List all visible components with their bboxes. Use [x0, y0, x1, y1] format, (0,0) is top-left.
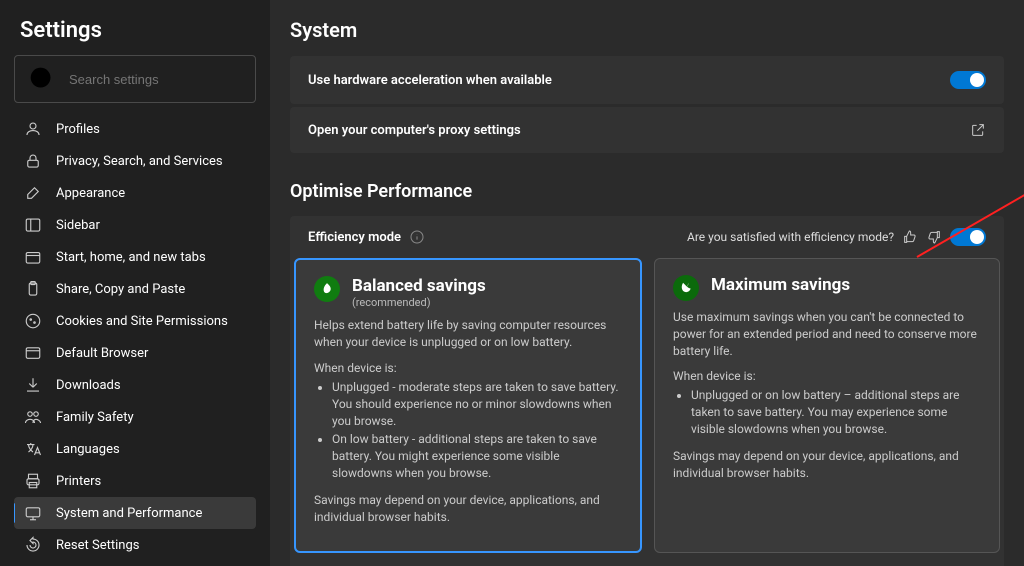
maximum-title: Maximum savings [711, 275, 850, 295]
sidebar-item-label: Privacy, Search, and Services [56, 154, 223, 169]
external-link-icon [970, 122, 986, 138]
efficiency-mode-toggle[interactable] [950, 228, 986, 246]
sidebar-item-printers[interactable]: Printers [14, 465, 256, 497]
sidebar-item-label: Profiles [56, 122, 100, 137]
main-content: System Use hardware acceleration when av… [270, 0, 1024, 566]
hardware-acceleration-row: Use hardware acceleration when available [290, 56, 1004, 104]
sidebar-item-label: Appearance [56, 186, 125, 201]
balanced-desc: Helps extend battery life by saving comp… [314, 317, 622, 351]
people-icon [24, 408, 42, 426]
balanced-bullet2: On low battery - additional steps are ta… [332, 431, 622, 481]
profile-icon [24, 120, 42, 138]
leaf-icon [314, 276, 340, 302]
sidebar-item-privacy[interactable]: Privacy, Search, and Services [14, 145, 256, 177]
maximum-savings-card[interactable]: Maximum savings Use maximum savings when… [654, 258, 1000, 553]
sidebar-item-default-browser[interactable]: Default Browser [14, 337, 256, 369]
efficiency-mode-panel: Efficiency mode Are you satisfied with e… [290, 216, 1004, 566]
sidebar-item-profiles[interactable]: Profiles [14, 113, 256, 145]
balanced-when-label: When device is: [314, 361, 622, 375]
cookie-icon [24, 312, 42, 330]
efficiency-mode-header: Efficiency mode Are you satisfied with e… [290, 216, 1004, 258]
thumbs-up-icon[interactable] [902, 229, 918, 245]
settings-title: Settings [14, 18, 256, 43]
optimise-heading: Optimise Performance [290, 181, 1004, 202]
sidebar-item-sidebar[interactable]: Sidebar [14, 209, 256, 241]
sidebar-item-languages[interactable]: Languages [14, 433, 256, 465]
sidebar-item-label: Share, Copy and Paste [56, 282, 185, 297]
maximum-footer: Savings may depend on your device, appli… [673, 448, 981, 482]
sidebar-item-label: Default Browser [56, 346, 148, 361]
system-icon [24, 504, 42, 522]
search-icon [25, 62, 59, 96]
reset-icon [24, 536, 42, 552]
maximum-desc: Use maximum savings when you can't be co… [673, 309, 981, 359]
maximum-bullet1: Unplugged or on low battery – additional… [691, 387, 981, 437]
sidebar-item-downloads[interactable]: Downloads [14, 369, 256, 401]
balanced-title: Balanced savings [352, 276, 486, 296]
language-icon [24, 440, 42, 458]
search-box[interactable] [14, 55, 256, 103]
sidebar-item-label: Sidebar [56, 218, 100, 233]
proxy-settings-row[interactable]: Open your computer's proxy settings [290, 107, 1004, 153]
printer-icon [24, 472, 42, 490]
proxy-settings-label: Open your computer's proxy settings [308, 123, 521, 138]
sidebar-item-cookies[interactable]: Cookies and Site Permissions [14, 305, 256, 337]
thumbs-down-icon[interactable] [926, 229, 942, 245]
download-icon [24, 376, 42, 394]
system-heading: System [290, 18, 1004, 42]
sidebar-item-label: Family Safety [56, 410, 134, 425]
sidebar-item-label: Start, home, and new tabs [56, 250, 206, 265]
search-input[interactable] [69, 72, 245, 87]
efficiency-mode-cards: Balanced savings (recommended) Helps ext… [290, 258, 1004, 566]
info-icon[interactable] [409, 229, 425, 245]
clipboard-icon [24, 280, 42, 298]
balanced-bullet1: Unplugged - moderate steps are taken to … [332, 379, 622, 429]
sidebar-item-label: Printers [56, 474, 101, 489]
balanced-savings-card[interactable]: Balanced savings (recommended) Helps ext… [294, 258, 642, 553]
hardware-acceleration-label: Use hardware acceleration when available [308, 73, 552, 88]
efficiency-mode-label: Efficiency mode [308, 230, 401, 245]
sidebar-item-system-performance[interactable]: System and Performance [14, 497, 256, 529]
sidebar-item-label: Cookies and Site Permissions [56, 314, 228, 329]
hardware-acceleration-toggle[interactable] [950, 71, 986, 89]
sidebar-item-appearance[interactable]: Appearance [14, 177, 256, 209]
sidebar-item-label: System and Performance [56, 506, 202, 521]
sidebar-item-family[interactable]: Family Safety [14, 401, 256, 433]
balanced-subtitle: (recommended) [352, 296, 486, 309]
window-icon [24, 344, 42, 362]
efficiency-feedback-question: Are you satisfied with efficiency mode? [687, 230, 894, 244]
paint-icon [24, 184, 42, 202]
sidebar-item-share[interactable]: Share, Copy and Paste [14, 273, 256, 305]
leaf-icon [673, 275, 699, 301]
lock-icon [24, 152, 42, 170]
settings-sidebar: Settings Profiles Privacy, Search, and S… [0, 0, 270, 566]
sidebar-item-label: Languages [56, 442, 120, 457]
sidebar-item-label: Reset Settings [56, 538, 139, 553]
tabs-icon [24, 248, 42, 266]
sidebar-nav: Profiles Privacy, Search, and Services A… [14, 113, 256, 552]
sidebar-item-label: Downloads [56, 378, 121, 393]
panel-icon [24, 216, 42, 234]
sidebar-item-reset[interactable]: Reset Settings [14, 529, 256, 552]
sidebar-item-start[interactable]: Start, home, and new tabs [14, 241, 256, 273]
balanced-footer: Savings may depend on your device, appli… [314, 492, 622, 526]
maximum-when-label: When device is: [673, 369, 981, 383]
